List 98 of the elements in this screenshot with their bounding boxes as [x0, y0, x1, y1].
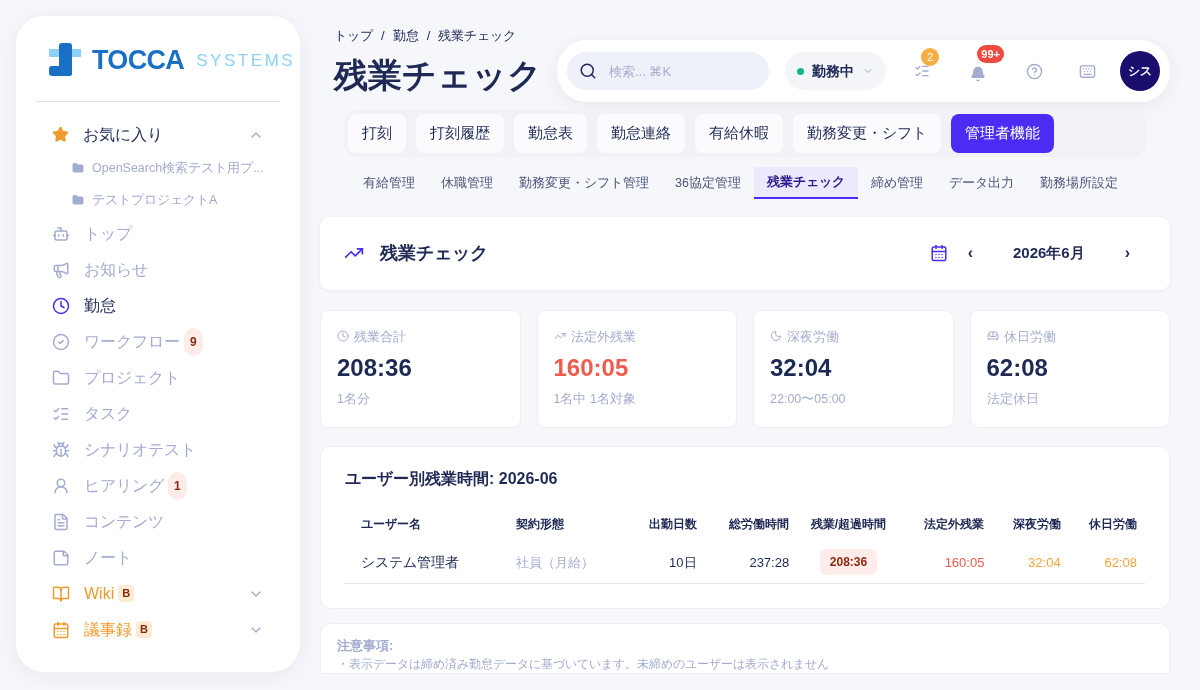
- stat-value: 62:08: [986, 353, 1049, 383]
- notifications-badge: 99+: [977, 45, 1004, 63]
- stat-value: 160:05: [553, 353, 630, 383]
- sub-tab[interactable]: 有給管理: [350, 167, 428, 199]
- stat-note: 22:00〜05:00: [770, 391, 847, 408]
- stat-note: 法定休日: [986, 391, 1040, 408]
- checklist-icon: [914, 63, 930, 79]
- folder-icon: [72, 161, 84, 174]
- logo-icon: [48, 42, 84, 79]
- sofa-icon: [986, 330, 999, 343]
- person-icon: [52, 476, 70, 495]
- note-text: ・表示データは締め済み勤怠データに基づいています。未締めのユーザーは表示されません: [337, 656, 830, 673]
- notifications-button[interactable]: [969, 65, 987, 83]
- column-header: 出勤日数: [647, 515, 698, 533]
- beta-badge: B: [136, 621, 152, 638]
- column-header: 深夜労働: [1011, 515, 1062, 533]
- tab[interactable]: 勤怠連絡: [597, 114, 685, 153]
- sub-tab[interactable]: 残業チェック: [753, 167, 858, 199]
- clock-icon: [337, 330, 349, 343]
- beta-badge: B: [118, 585, 135, 602]
- stat-label: 法定外残業: [570, 327, 636, 346]
- logo-brand: TOCCA: [92, 44, 185, 77]
- star-icon: [52, 126, 69, 143]
- calendar-icon[interactable]: [929, 244, 948, 263]
- stat-note: 1名分: [337, 391, 371, 408]
- table-cell: 160:05: [944, 554, 985, 570]
- breadcrumb-separator: /: [426, 27, 431, 45]
- check-circle-icon: [52, 332, 70, 351]
- count-badge: 9: [184, 327, 203, 356]
- folder-icon: [52, 368, 70, 387]
- stat-value: 208:36: [337, 353, 413, 383]
- tab[interactable]: 勤怠表: [514, 114, 587, 153]
- previous-month-button[interactable]: ‹: [967, 241, 973, 266]
- calendar-icon: [52, 620, 70, 639]
- breadcrumb-link[interactable]: 残業チェック: [438, 26, 517, 46]
- table-title: ユーザー別残業時間: 2026-06: [345, 468, 559, 489]
- sub-tab[interactable]: 休職管理: [428, 167, 506, 199]
- sidebar-item[interactable]: 勤怠: [52, 287, 264, 324]
- column-header: ユーザー名: [360, 515, 422, 533]
- table-cell: 62:08: [1104, 554, 1137, 570]
- user-avatar[interactable]: シス: [1120, 51, 1160, 91]
- book-icon: [52, 584, 70, 603]
- help-icon[interactable]: [1026, 62, 1043, 80]
- table-cell: システム管理者: [361, 553, 459, 570]
- status-dropdown[interactable]: 勤務中: [785, 52, 886, 90]
- sub-tab[interactable]: 締め管理: [857, 167, 936, 199]
- sidebar-group[interactable]: Wiki B: [52, 575, 264, 612]
- column-header: 法定外残業: [923, 515, 986, 533]
- table-cell: 社員（月給）: [516, 554, 595, 570]
- table-cell: 10日: [669, 554, 697, 570]
- sub-tab[interactable]: 36協定管理: [662, 167, 754, 199]
- month-label: 2026年6月: [1012, 243, 1085, 263]
- search-field[interactable]: 検索... ⌘K: [567, 52, 769, 90]
- sidebar-item[interactable]: ヒアリング 1: [52, 467, 264, 504]
- megaphone-icon: [52, 260, 70, 279]
- sidebar-item[interactable]: ワークフロー 9: [52, 323, 264, 360]
- stat-label: 残業合計: [354, 327, 406, 346]
- robot-icon: [52, 224, 70, 243]
- tab[interactable]: 管理者機能: [951, 114, 1054, 153]
- bug-icon: [52, 440, 70, 459]
- page-title: 残業チェック: [334, 54, 542, 96]
- favorites-item[interactable]: お気に入り: [52, 117, 264, 152]
- tasks-badge: 2: [921, 48, 939, 66]
- breadcrumb-separator: /: [381, 27, 385, 45]
- stat-label: 深夜労働: [787, 327, 839, 346]
- keyboard-icon[interactable]: [1079, 62, 1096, 80]
- sidebar-group[interactable]: 議事録 B: [52, 611, 264, 648]
- folder-icon: [72, 193, 84, 206]
- note-icon: [52, 548, 70, 567]
- sub-tab[interactable]: 勤務変更・シフト管理: [506, 167, 662, 199]
- breadcrumb-link[interactable]: トップ: [334, 26, 373, 46]
- tab[interactable]: 有給休暇: [695, 114, 783, 153]
- overtime-badge: 208:36: [819, 548, 878, 575]
- clock-icon: [52, 296, 70, 315]
- column-header: 契約形態: [515, 515, 566, 533]
- search-icon: [579, 62, 597, 80]
- column-header: 休日労働: [1087, 515, 1138, 533]
- tab[interactable]: 勤務変更・シフト: [793, 114, 941, 153]
- document-icon: [52, 512, 70, 531]
- column-header: 総労働時間: [728, 515, 791, 533]
- stat-label: 休日労働: [1003, 327, 1056, 346]
- stat-value: 32:04: [770, 353, 833, 383]
- moon-icon: [770, 330, 782, 343]
- next-month-button[interactable]: ›: [1124, 241, 1130, 266]
- sub-tab[interactable]: データ出力: [935, 167, 1027, 199]
- stat-note: 1名中 1名対象: [553, 391, 637, 408]
- notes-title: 注意事項:: [337, 636, 395, 655]
- sub-tab[interactable]: 勤務場所設定: [1026, 167, 1131, 199]
- bell-icon: [970, 66, 986, 82]
- section-title: 残業チェック: [380, 241, 488, 265]
- table-cell: 32:04: [1028, 554, 1061, 570]
- tab[interactable]: 打刻履歴: [416, 114, 504, 153]
- logo-subtitle: SYSTEMS: [196, 49, 296, 72]
- table-cell: 237:28: [749, 554, 790, 570]
- breadcrumb-link[interactable]: 勤怠: [392, 26, 419, 46]
- count-badge: 1: [168, 471, 187, 500]
- tab[interactable]: 打刻: [348, 114, 406, 153]
- column-header: 残業/超過時間: [809, 515, 888, 533]
